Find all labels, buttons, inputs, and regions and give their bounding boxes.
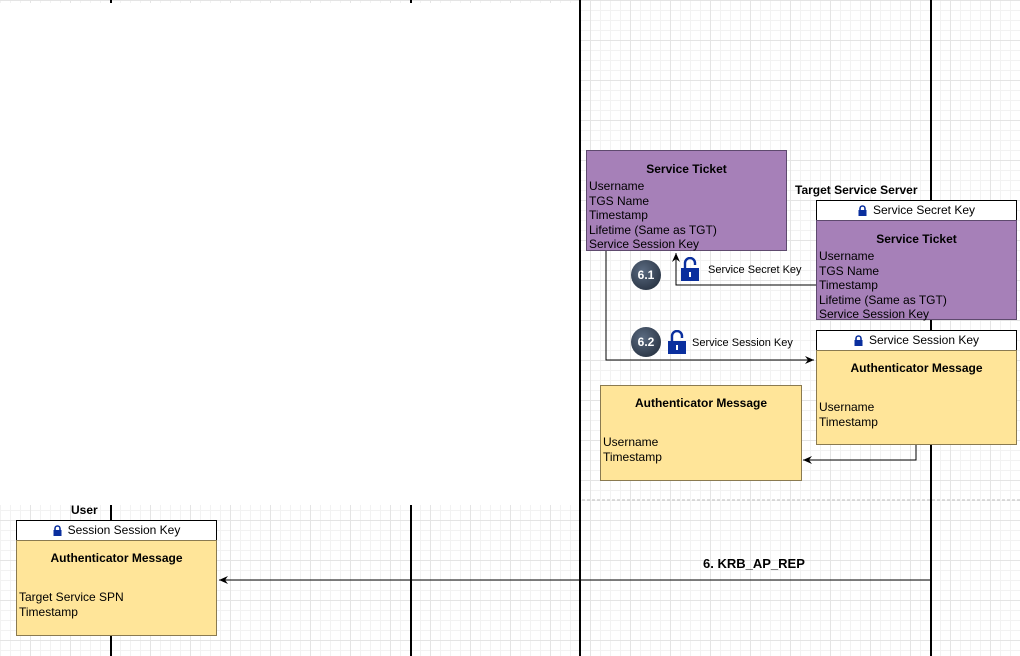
- lock-icon: [53, 525, 62, 537]
- field: Lifetime (Same as TGT): [589, 222, 717, 237]
- krb-ap-rep-label: 6. KRB_AP_REP: [703, 556, 805, 571]
- field: Username: [819, 249, 875, 263]
- authenticator-title: Authenticator Message: [850, 361, 983, 375]
- user-authenticator[interactable]: Authenticator Message Target Service SPN…: [16, 540, 217, 636]
- lock-icon: [854, 335, 863, 347]
- field: Timestamp: [819, 278, 878, 292]
- lock-icon: [858, 205, 867, 217]
- unlock-icon: [681, 257, 699, 281]
- authenticator-title: Authenticator Message: [634, 396, 768, 410]
- field: Timestamp: [589, 208, 648, 222]
- user-label: User: [71, 503, 98, 517]
- field: TGS Name: [589, 193, 650, 208]
- field: Timestamp: [819, 414, 878, 429]
- arrow-auth-decrypt: [803, 445, 917, 464]
- key-label: Service Secret Key: [872, 203, 976, 217]
- service-ticket-title: Service Ticket: [876, 232, 957, 246]
- unlock-icon: [668, 330, 686, 354]
- service-ticket-encrypted[interactable]: Service Ticket Username TGS Name Timesta…: [816, 220, 1017, 321]
- service-secret-key-header[interactable]: Service Secret Key: [816, 200, 1017, 221]
- field: TGS Name: [819, 263, 880, 278]
- service-ticket-decrypted[interactable]: Service Ticket Username TGS Name Timesta…: [586, 150, 787, 251]
- key-label: Service Session Key: [868, 333, 980, 347]
- target-server-label: Target Service Server: [795, 183, 918, 197]
- step-6-1-key-label: Service Secret Key: [708, 264, 802, 276]
- field: Lifetime (Same as TGT): [819, 292, 947, 307]
- field: Timestamp: [603, 449, 662, 464]
- authenticator-title: Authenticator Message: [50, 551, 183, 565]
- field: Service Session Key: [819, 307, 930, 321]
- field: Service Session Key: [589, 237, 700, 251]
- field: Username: [603, 435, 659, 449]
- field: Username: [589, 179, 645, 193]
- step-6-2-key-label: Service Session Key: [692, 337, 793, 349]
- service-session-key-header[interactable]: Service Session Key: [816, 330, 1017, 351]
- field: Username: [819, 400, 875, 414]
- step-badge-6-1: 6.1: [631, 260, 661, 290]
- field: Target Service SPN: [19, 590, 124, 604]
- field: Timestamp: [19, 604, 78, 619]
- authenticator-decrypted[interactable]: Authenticator Message Username Timestamp: [600, 385, 802, 481]
- session-key-header[interactable]: Session Session Key: [16, 520, 217, 541]
- step-badge-6-2: 6.2: [631, 327, 661, 357]
- key-label: Session Session Key: [67, 523, 181, 537]
- service-ticket-title: Service Ticket: [646, 162, 727, 176]
- authenticator-encrypted[interactable]: Authenticator Message Username Timestamp: [816, 350, 1017, 445]
